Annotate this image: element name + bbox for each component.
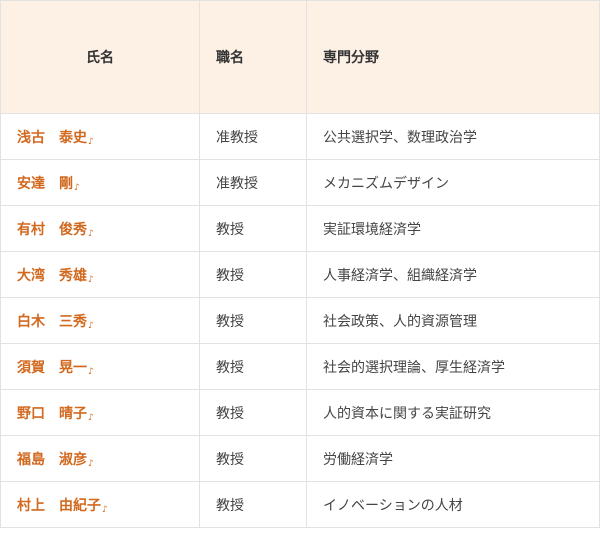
faculty-name-link[interactable]: 福島 淑彦♪ (17, 451, 94, 469)
external-link-icon: ♪ (88, 228, 94, 239)
header-title: 職名 (199, 0, 307, 114)
external-link-icon: ♪ (102, 504, 108, 515)
cell-specialty: メカニズムデザイン (306, 159, 600, 206)
faculty-name-link[interactable]: 須賀 晃一♪ (17, 359, 94, 377)
table-row: 須賀 晃一♪ 教授 社会的選択理論、厚生経済学 (0, 343, 600, 390)
external-link-icon: ♪ (88, 412, 94, 423)
cell-specialty: 人的資本に関する実証研究 (306, 389, 600, 436)
table-row: 村上 由紀子♪ 教授 イノベーションの人材 (0, 481, 600, 528)
cell-title: 教授 (199, 343, 307, 390)
cell-name: 須賀 晃一♪ (0, 343, 200, 390)
cell-title: 准教授 (199, 159, 307, 206)
cell-name: 安達 剛♪ (0, 159, 200, 206)
faculty-name-link[interactable]: 野口 晴子♪ (17, 405, 94, 423)
cell-title: 教授 (199, 297, 307, 344)
cell-specialty: 社会政策、人的資源管理 (306, 297, 600, 344)
cell-title: 教授 (199, 389, 307, 436)
header-specialty: 専門分野 (306, 0, 600, 114)
external-link-icon: ♪ (88, 320, 94, 331)
faculty-name: 福島 淑彦 (17, 451, 87, 468)
cell-name: 野口 晴子♪ (0, 389, 200, 436)
cell-specialty: 人事経済学、組織経済学 (306, 251, 600, 298)
cell-specialty: 労働経済学 (306, 435, 600, 482)
faculty-name-link[interactable]: 白木 三秀♪ (17, 313, 94, 331)
cell-name: 白木 三秀♪ (0, 297, 200, 344)
cell-specialty: 公共選択学、数理政治学 (306, 113, 600, 160)
faculty-name: 有村 俊秀 (17, 221, 87, 238)
table-row: 浅古 泰史♪ 准教授 公共選択学、数理政治学 (0, 113, 600, 160)
faculty-name: 野口 晴子 (17, 405, 87, 422)
faculty-name-link[interactable]: 大湾 秀雄♪ (17, 267, 94, 285)
cell-name: 浅古 泰史♪ (0, 113, 200, 160)
cell-title: 准教授 (199, 113, 307, 160)
external-link-icon: ♪ (88, 366, 94, 377)
table-body: 浅古 泰史♪ 准教授 公共選択学、数理政治学 安達 剛♪ 准教授 メカニズムデザイン 有村 … (0, 113, 600, 528)
cell-specialty: 実証環境経済学 (306, 205, 600, 252)
table-row: 大湾 秀雄♪ 教授 人事経済学、組織経済学 (0, 251, 600, 298)
faculty-name-link[interactable]: 安達 剛♪ (17, 175, 80, 193)
cell-specialty: イノベーションの人材 (306, 481, 600, 528)
table-row: 有村 俊秀♪ 教授 実証環境経済学 (0, 205, 600, 252)
table-row: 野口 晴子♪ 教授 人的資本に関する実証研究 (0, 389, 600, 436)
external-link-icon: ♪ (74, 182, 80, 193)
faculty-name-link[interactable]: 浅古 泰史♪ (17, 129, 94, 147)
external-link-icon: ♪ (88, 458, 94, 469)
table-row: 安達 剛♪ 准教授 メカニズムデザイン (0, 159, 600, 206)
faculty-table: 氏名 職名 専門分野 浅古 泰史♪ 准教授 公共選択学、数理政治学 安達 剛♪ 准教授メ… (0, 0, 600, 528)
cell-title: 教授 (199, 251, 307, 298)
cell-title: 教授 (199, 205, 307, 252)
faculty-name: 大湾 秀雄 (17, 267, 87, 284)
faculty-name: 浅古 泰史 (17, 129, 87, 146)
cell-title: 教授 (199, 435, 307, 482)
cell-name: 有村 俊秀♪ (0, 205, 200, 252)
cell-name: 大湾 秀雄♪ (0, 251, 200, 298)
faculty-name: 安達 剛 (17, 175, 73, 192)
faculty-name: 須賀 晃一 (17, 359, 87, 376)
faculty-name: 白木 三秀 (17, 313, 87, 330)
table-header-row: 氏名 職名 専門分野 (0, 0, 600, 114)
cell-name: 福島 淑彦♪ (0, 435, 200, 482)
external-link-icon: ♪ (88, 136, 94, 147)
cell-name: 村上 由紀子♪ (0, 481, 200, 528)
faculty-name-link[interactable]: 村上 由紀子♪ (17, 497, 108, 515)
faculty-name-link[interactable]: 有村 俊秀♪ (17, 221, 94, 239)
table-row: 福島 淑彦♪ 教授 労働経済学 (0, 435, 600, 482)
header-name: 氏名 (0, 0, 200, 114)
faculty-name: 村上 由紀子 (17, 497, 101, 514)
external-link-icon: ♪ (88, 274, 94, 285)
cell-title: 教授 (199, 481, 307, 528)
table-row: 白木 三秀♪ 教授 社会政策、人的資源管理 (0, 297, 600, 344)
cell-specialty: 社会的選択理論、厚生経済学 (306, 343, 600, 390)
